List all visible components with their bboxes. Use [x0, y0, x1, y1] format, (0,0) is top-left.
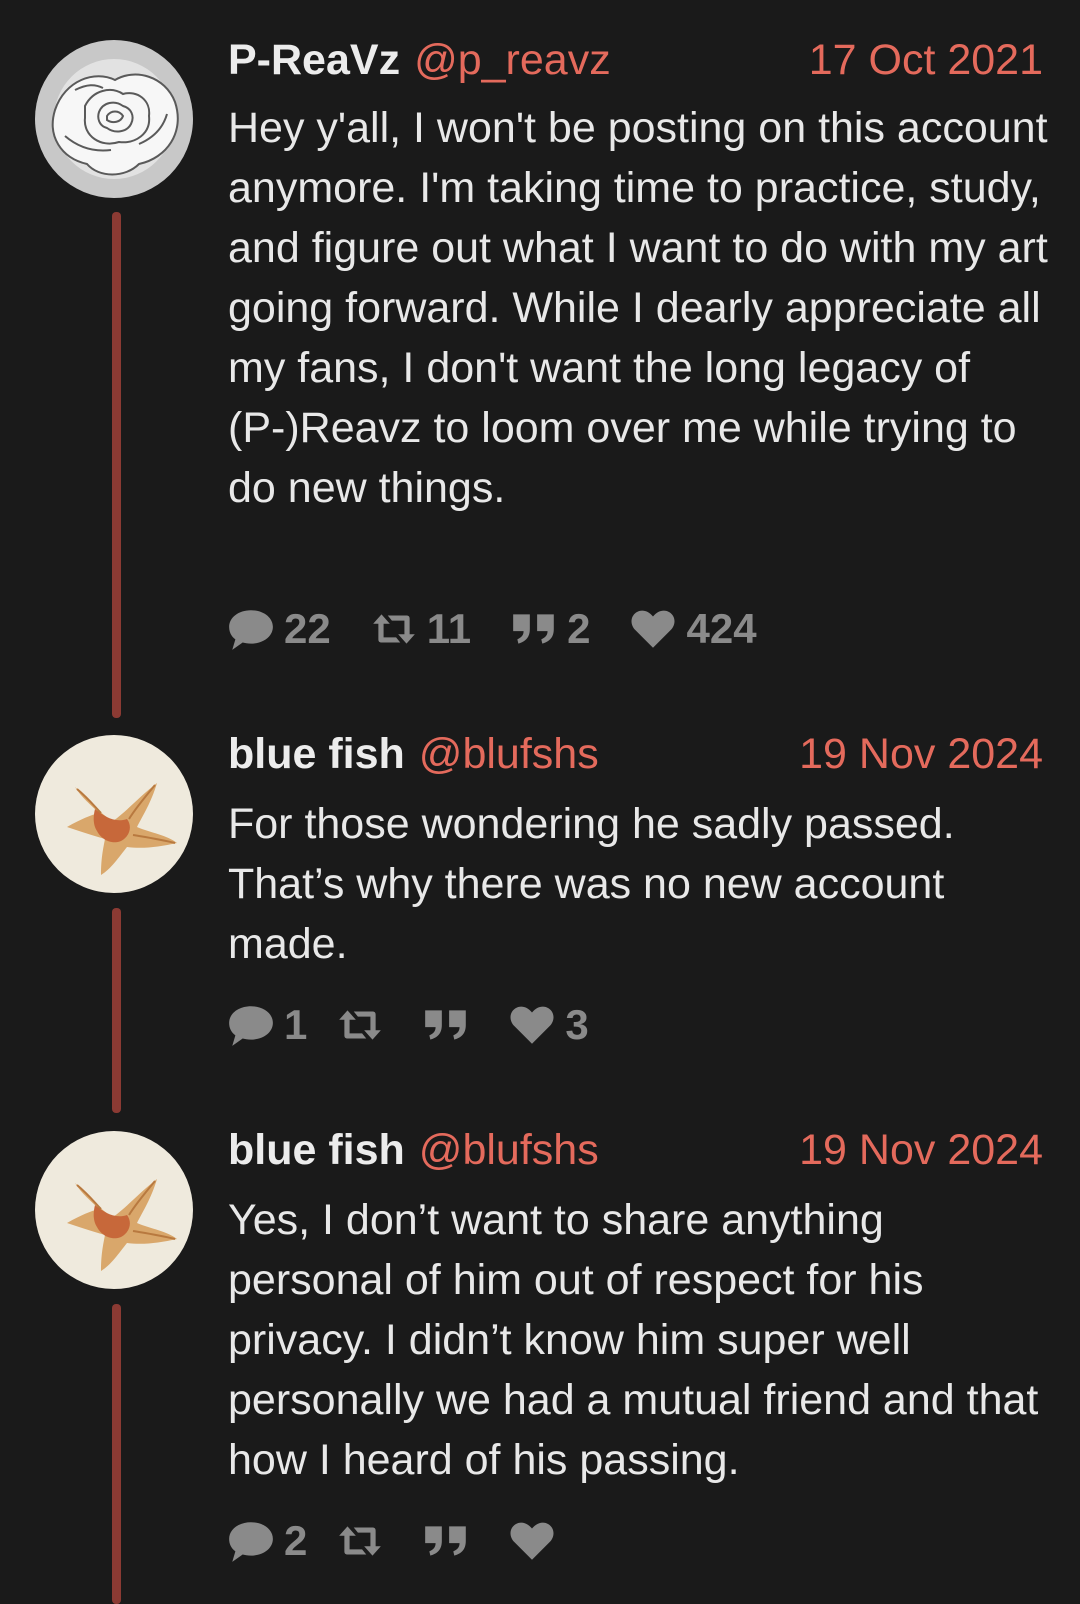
retweet-button[interactable]	[335, 1000, 393, 1050]
quote-button[interactable]: 2	[509, 604, 590, 654]
speech-bubble-icon	[226, 1516, 276, 1566]
thread-line	[112, 212, 121, 718]
avatar[interactable]	[35, 735, 193, 893]
post-date[interactable]: 19 Nov 2024	[799, 726, 1043, 782]
post-header: blue fish @blufshs 19 Nov 2024	[228, 1122, 1043, 1178]
heart-icon	[628, 604, 678, 654]
like-button[interactable]	[507, 1516, 565, 1566]
retweet-icon	[335, 1000, 385, 1050]
retweet-icon	[335, 1516, 385, 1566]
post-header: P-ReaVz @p_reavz 17 Oct 2021	[228, 32, 1043, 88]
speech-bubble-icon	[226, 1000, 276, 1050]
post-date[interactable]: 17 Oct 2021	[809, 32, 1043, 88]
display-name-text[interactable]: blue fish	[228, 1126, 405, 1174]
quote-count: 2	[567, 605, 591, 652]
reply-count: 22	[284, 605, 331, 652]
like-button[interactable]: 3	[507, 1000, 589, 1050]
post-text: For those wondering he sadly passed. Tha…	[228, 800, 955, 968]
post-text: Hey y'all, I won't be posting on this ac…	[228, 104, 1048, 512]
heart-icon	[507, 1516, 557, 1566]
pastry-avatar-icon	[35, 735, 193, 893]
post-actions: 2	[226, 1516, 603, 1566]
thread-line	[112, 908, 121, 1113]
retweet-count: 11	[426, 605, 472, 652]
reply-button[interactable]: 2	[226, 1516, 307, 1566]
quote-button[interactable]	[421, 1516, 479, 1566]
reply-count: 2	[284, 1517, 308, 1564]
post-text: Yes, I don’t want to share anything pers…	[228, 1196, 1039, 1484]
display-name[interactable]: P-ReaVz @p_reavz	[228, 32, 611, 88]
reply-count: 1	[284, 1001, 308, 1048]
quote-icon	[509, 604, 559, 654]
reply-button[interactable]: 1	[226, 1000, 307, 1050]
quote-icon	[421, 1000, 471, 1050]
rose-avatar-icon	[35, 40, 193, 198]
display-name-text[interactable]: blue fish	[228, 730, 405, 778]
user-handle[interactable]: @blufshs	[419, 1126, 599, 1174]
user-handle[interactable]: @blufshs	[419, 730, 599, 778]
display-name-text[interactable]: P-ReaVz	[228, 36, 400, 84]
post-header: blue fish @blufshs 19 Nov 2024	[228, 726, 1043, 782]
user-handle[interactable]: @p_reavz	[414, 36, 611, 84]
like-count: 3	[565, 1001, 589, 1048]
retweet-icon	[369, 604, 419, 654]
avatar[interactable]	[35, 40, 193, 198]
post-date[interactable]: 19 Nov 2024	[799, 1122, 1043, 1178]
quote-icon	[421, 1516, 471, 1566]
like-count: 424	[686, 605, 757, 652]
display-name[interactable]: blue fish @blufshs	[228, 726, 599, 782]
like-button[interactable]: 424	[628, 604, 757, 654]
post-actions: 22 11 2 424	[226, 604, 795, 654]
thread-line	[112, 1304, 121, 1604]
reply-button[interactable]: 22	[226, 604, 331, 654]
speech-bubble-icon	[226, 604, 276, 654]
post-actions: 1 3	[226, 1000, 627, 1050]
quote-button[interactable]	[421, 1000, 479, 1050]
display-name[interactable]: blue fish @blufshs	[228, 1122, 599, 1178]
retweet-button[interactable]: 11	[369, 604, 471, 654]
avatar[interactable]	[35, 1131, 193, 1289]
retweet-button[interactable]	[335, 1516, 393, 1566]
heart-icon	[507, 1000, 557, 1050]
pastry-avatar-icon	[35, 1131, 193, 1289]
